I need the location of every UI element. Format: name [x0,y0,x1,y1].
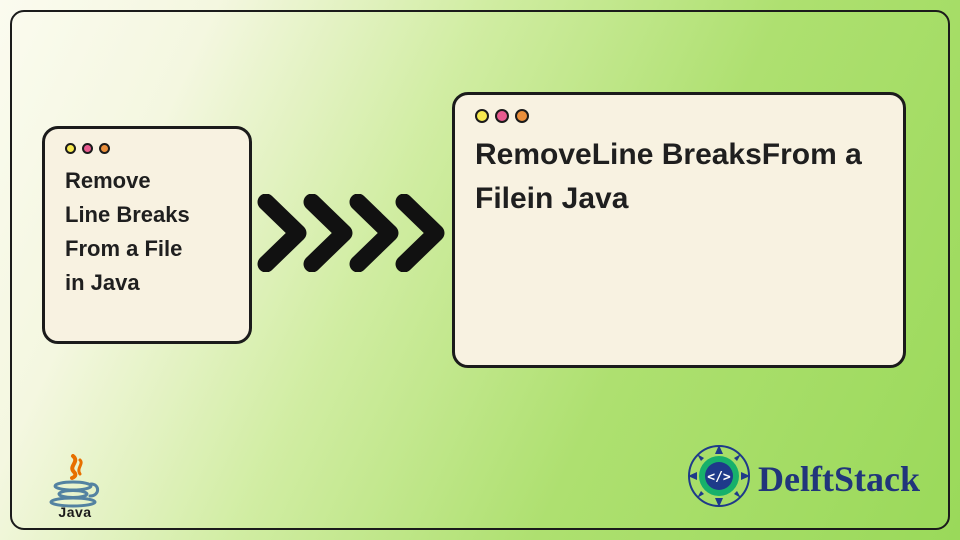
before-text: Remove Line Breaks From a File in Java [65,164,229,300]
dot-yellow-icon [65,143,76,154]
after-text: RemoveLine BreaksFrom a Filein Java [475,133,883,220]
before-card: Remove Line Breaks From a File in Java [42,126,252,344]
delftstack-logo: </> DelftStack [686,443,920,514]
java-logo: Java [40,454,110,520]
after-card: RemoveLine BreaksFrom a Filein Java [452,92,906,368]
svg-text:</>: </> [707,470,731,485]
window-dots [475,109,883,123]
delftstack-name: DelftStack [758,458,920,500]
java-cup-icon [40,454,110,506]
delftstack-emblem-icon: </> [686,443,752,514]
dot-yellow-icon [475,109,489,123]
arrow-chevrons-icon [254,194,454,272]
dot-orange-icon [515,109,529,123]
dot-orange-icon [99,143,110,154]
dot-pink-icon [82,143,93,154]
window-dots [65,143,229,154]
dot-pink-icon [495,109,509,123]
